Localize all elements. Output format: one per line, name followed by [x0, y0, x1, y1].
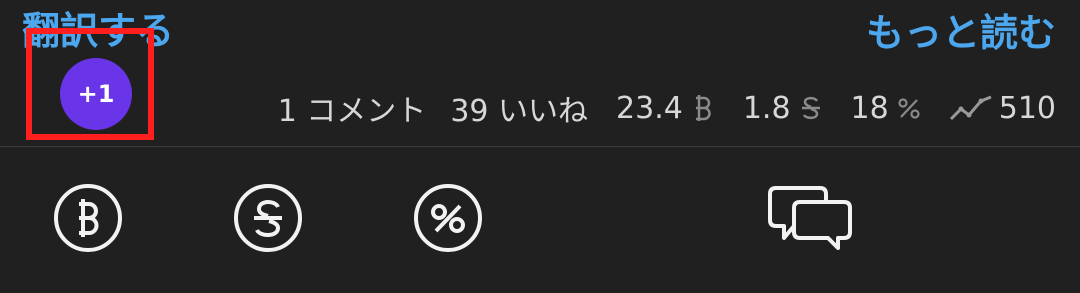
strike-s-icon [799, 93, 823, 123]
comment-count[interactable]: 1 コメント [278, 86, 427, 130]
strike-s-circle-icon [234, 184, 302, 252]
baht-value: 23.4 [616, 90, 683, 126]
baht-circle-icon [54, 184, 122, 252]
plus-one-badge[interactable]: +1 [60, 58, 132, 130]
baht-stat: 23.4 [616, 91, 715, 126]
highlight-box: +1 [26, 28, 154, 140]
trend-icon [949, 93, 993, 123]
percent-circle-icon [414, 184, 482, 252]
chat-bubbles-icon [768, 186, 852, 250]
like-count[interactable]: 39 いいね [450, 86, 588, 130]
baht-tip-button[interactable] [52, 182, 124, 254]
percent-stat: 18 [851, 91, 921, 126]
percent-button[interactable] [412, 182, 484, 254]
read-more-link[interactable]: もっと読む [866, 10, 1056, 56]
baht-icon [691, 93, 715, 123]
vote-button[interactable] [232, 182, 304, 254]
post-stats: 1 コメント 39 いいね 23.4 1.8 18 510 [278, 84, 1056, 132]
comment-button[interactable] [768, 184, 852, 252]
percent-icon [897, 93, 921, 123]
views-stat: 510 [949, 91, 1056, 126]
vote-stat: 1.8 [743, 91, 823, 126]
percent-value: 18 [850, 90, 889, 126]
vote-value: 1.8 [742, 90, 791, 126]
views-count: 510 [998, 90, 1056, 126]
divider [0, 146, 1080, 147]
